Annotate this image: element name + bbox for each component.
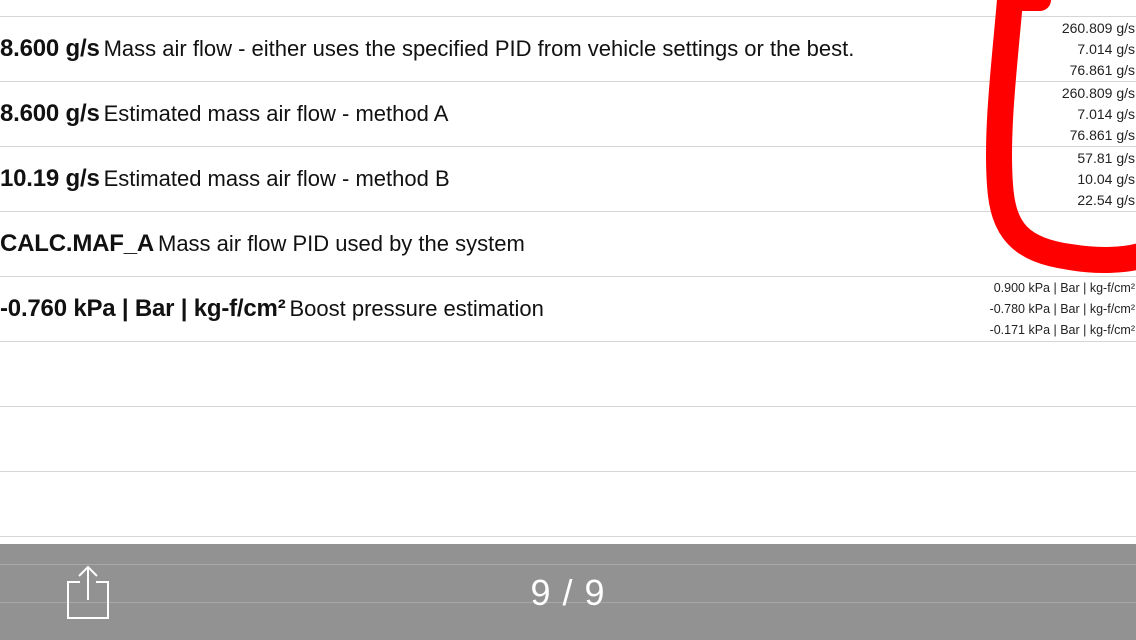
stat-avg: 76.861 g/s [1069,127,1135,143]
pid-stats: 0.900 kPa | Bar | kg-f/cm² -0.780 kPa | … [990,278,1135,341]
screen: 8.600 g/s Mass air flow - either uses the… [0,0,1136,640]
stat-max: 260.809 g/s [1061,85,1135,101]
table-row[interactable]: 10.19 g/s Estimated mass air flow - metho… [0,147,1136,212]
stat-max: 0.900 kPa | Bar | kg-f/cm² [993,281,1135,295]
empty-row [0,407,1136,472]
pid-table[interactable]: 8.600 g/s Mass air flow - either uses the… [0,0,1136,537]
table-row[interactable]: CALC.MAF_A Mass air flow PID used by the … [0,212,1136,277]
empty-row [0,342,1136,407]
stat-max: 260.809 g/s [1061,20,1135,36]
pid-value: 8.600 g/s [0,35,100,62]
table-row[interactable]: -0.760 kPa | Bar | kg-f/cm² Boost pressur… [0,277,1136,342]
pid-description: Estimated mass air flow - method B [103,166,450,191]
pid-value: -0.760 kPa | Bar | kg-f/cm² [0,295,286,322]
stat-min: 10.04 g/s [1077,171,1135,187]
stat-min: 7.014 g/s [1077,106,1135,122]
table-row[interactable] [0,0,1136,17]
stat-avg: 22.54 g/s [1077,192,1135,208]
pid-description: Estimated mass air flow - method A [103,101,449,126]
empty-row [0,472,1136,537]
page-indicator: 9 / 9 [530,572,606,613]
pid-description: Boost pressure estimation [289,296,544,321]
stat-max: 57.81 g/s [1077,150,1135,166]
pid-stats: 57.81 g/s 10.04 g/s 22.54 g/s [1077,148,1135,211]
pid-value: 10.19 g/s [0,165,100,192]
stat-avg: 76.861 g/s [1069,62,1135,78]
stat-avg: -0.171 kPa | Bar | kg-f/cm² [989,323,1135,337]
pid-value: CALC.MAF_A [0,230,154,257]
stat-min: 7.014 g/s [1077,41,1135,57]
pid-stats: 260.809 g/s 7.014 g/s 76.861 g/s [1062,83,1135,146]
bottom-toolbar: 9 / 9 [0,544,1136,640]
pid-stats: 260.809 g/s 7.014 g/s 76.861 g/s [1062,18,1135,81]
table-row[interactable]: 8.600 g/s Mass air flow - either uses the… [0,17,1136,82]
pid-description: Mass air flow - either uses the specifie… [103,36,855,61]
toolbar-divider [0,564,1136,565]
table-row[interactable]: 8.600 g/s Estimated mass air flow - metho… [0,82,1136,147]
pid-value: 8.600 g/s [0,100,100,127]
pid-description: Mass air flow PID used by the system [158,231,525,256]
stat-min: -0.780 kPa | Bar | kg-f/cm² [989,302,1135,316]
